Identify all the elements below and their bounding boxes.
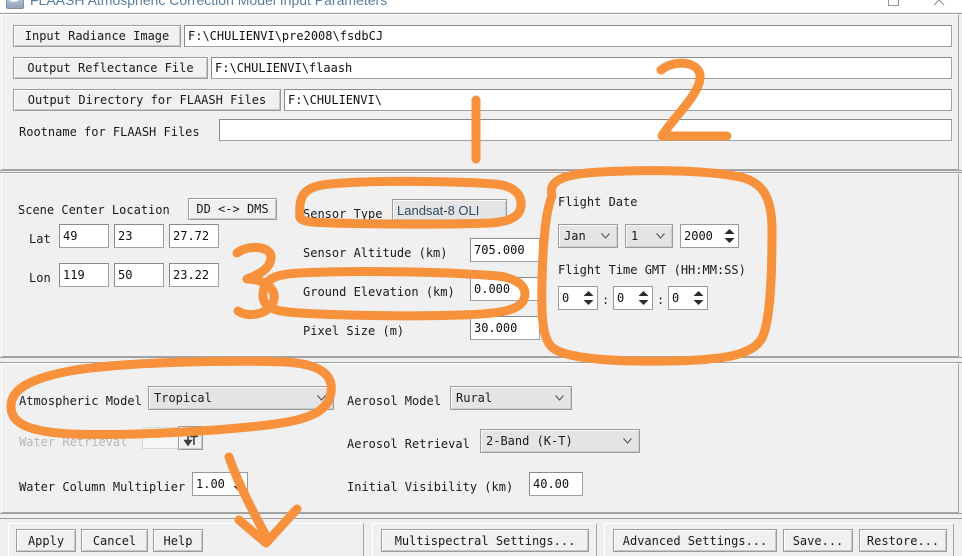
spinner-arrows-icon	[638, 291, 649, 305]
water-column-multiplier-label: Water Column Multiplier	[19, 480, 186, 494]
close-icon[interactable]	[916, 0, 962, 12]
lon-degrees-field[interactable]: 119	[59, 263, 109, 287]
title-bar: FLAASH Atmospheric Correction Model Inpu…	[0, 0, 962, 12]
atmospheric-model-label: Atmospheric Model	[19, 394, 142, 408]
flaash-dialog: FLAASH Atmospheric Correction Model Inpu…	[0, 0, 962, 556]
flight-date-label: Flight Date	[558, 195, 638, 209]
sensor-altitude-field[interactable]: 705.000	[470, 238, 540, 262]
time-separator-2: :	[657, 293, 665, 307]
save-button[interactable]: Save...	[783, 529, 853, 552]
window-controls	[870, 0, 962, 12]
water-retrieval-swap-button[interactable]	[178, 426, 203, 450]
maximize-icon[interactable]	[870, 0, 916, 12]
flight-day-value: 1	[631, 229, 639, 243]
scene-panel: Scene Center Location DD <-> DMS Lat 49 …	[0, 172, 962, 358]
output-directory-field[interactable]: F:\CHULIENVI\	[284, 89, 952, 111]
chevron-down-icon	[656, 233, 665, 239]
aerosol-model-dropdown[interactable]: Rural	[450, 386, 572, 410]
flight-month-dropdown[interactable]: Jan	[558, 224, 618, 248]
water-retrieval-label: Water Retrieval	[19, 435, 128, 449]
aerosol-retrieval-value: 2-Band (K-T)	[486, 434, 573, 448]
footer-left-group: Apply Cancel Help	[8, 523, 364, 556]
input-radiance-image-field[interactable]: F:\CHULIENVI\pre2008\fsdbCJ	[184, 25, 952, 47]
flight-year-value: 2000	[684, 229, 713, 243]
lat-seconds-field[interactable]: 27.72	[169, 224, 219, 248]
ground-elevation-field[interactable]: 0.000	[470, 277, 540, 301]
initial-visibility-field[interactable]: 40.00	[529, 472, 583, 496]
flight-hour-spinner[interactable]: 0	[558, 286, 598, 310]
aerosol-model-label: Aerosol Model	[347, 394, 441, 408]
rootname-field[interactable]	[219, 119, 952, 141]
lat-label: Lat	[29, 232, 51, 246]
chevron-down-icon	[623, 438, 632, 444]
pixel-size-label: Pixel Size (m)	[303, 324, 405, 338]
flight-second-spinner[interactable]: 0	[668, 286, 708, 310]
sensor-type-dropdown[interactable]: Landsat-8 OLI	[392, 199, 507, 221]
file-panel: Input Radiance Image F:\CHULIENVI\pre200…	[0, 13, 962, 171]
help-button[interactable]: Help	[153, 529, 203, 552]
sensor-type-label: Sensor Type	[303, 207, 383, 221]
spinner-arrows-icon	[693, 291, 704, 305]
time-separator-1: :	[602, 293, 610, 307]
output-reflectance-file-button[interactable]: Output Reflectance File	[13, 57, 208, 79]
output-directory-button[interactable]: Output Directory for FLAASH Files	[13, 89, 281, 111]
lon-label: Lon	[29, 271, 51, 285]
flight-year-spinner[interactable]: 2000	[680, 224, 739, 248]
flight-second-value: 0	[672, 291, 680, 305]
chevron-down-icon	[601, 233, 610, 239]
sensor-altitude-label: Sensor Altitude (km)	[303, 246, 448, 260]
sensor-type-value: Landsat-8 OLI	[397, 202, 480, 218]
flaash-app-icon	[6, 0, 24, 9]
flight-minute-value: 0	[617, 291, 625, 305]
restore-button[interactable]: Restore...	[859, 529, 947, 552]
footer-multispectral-group: Multispectral Settings...	[372, 523, 597, 556]
lon-seconds-field[interactable]: 23.22	[169, 263, 219, 287]
lat-minutes-field[interactable]: 23	[114, 224, 164, 248]
up-down-arrows-icon	[183, 430, 198, 446]
aerosol-retrieval-label: Aerosol Retrieval	[347, 437, 470, 451]
multispectral-settings-button[interactable]: Multispectral Settings...	[381, 529, 589, 552]
flight-hour-value: 0	[562, 291, 570, 305]
flight-time-label: Flight Time GMT (HH:MM:SS)	[558, 263, 746, 277]
atmospheric-model-dropdown[interactable]: Tropical	[148, 386, 334, 410]
footer-panel: Apply Cancel Help Multispectral Settings…	[0, 518, 962, 556]
model-panel: Atmospheric Model Tropical Water Retriev…	[0, 362, 962, 514]
flight-month-value: Jan	[564, 229, 586, 243]
cancel-button[interactable]: Cancel	[81, 529, 148, 552]
input-radiance-image-button[interactable]: Input Radiance Image	[13, 25, 181, 47]
ground-elevation-label: Ground Elevation (km)	[303, 285, 455, 299]
rootname-label: Rootname for FLAASH Files	[19, 125, 200, 139]
scene-center-location-label-fixed: Scene Center Location	[18, 203, 170, 217]
spinner-arrows-icon	[583, 291, 594, 305]
spinner-arrows-icon	[233, 477, 244, 491]
aerosol-retrieval-dropdown[interactable]: 2-Band (K-T)	[480, 429, 640, 453]
lat-degrees-field[interactable]: 49	[59, 224, 109, 248]
aerosol-model-value: Rural	[456, 391, 493, 405]
atmospheric-model-value: Tropical	[154, 391, 212, 405]
water-column-multiplier-value: 1.00	[196, 477, 225, 491]
pixel-size-field[interactable]: 30.000	[470, 316, 540, 340]
apply-button[interactable]: Apply	[16, 529, 76, 552]
window-title: FLAASH Atmospheric Correction Model Inpu…	[30, 0, 388, 8]
footer-right-group: Advanced Settings... Save... Restore...	[604, 523, 954, 556]
advanced-settings-button[interactable]: Advanced Settings...	[613, 529, 777, 552]
output-reflectance-file-field[interactable]: F:\CHULIENVI\flaash	[211, 57, 952, 79]
dd-dms-toggle-button[interactable]: DD <-> DMS	[188, 198, 277, 220]
chevron-down-icon	[317, 395, 326, 401]
lon-minutes-field[interactable]: 50	[114, 263, 164, 287]
initial-visibility-label: Initial Visibility (km)	[347, 480, 514, 494]
chevron-down-icon	[555, 395, 564, 401]
spinner-arrows-icon	[724, 229, 735, 243]
flight-minute-spinner[interactable]: 0	[613, 286, 653, 310]
water-column-multiplier-spinner[interactable]: 1.00	[192, 472, 248, 496]
flight-day-dropdown[interactable]: 1	[625, 224, 673, 248]
